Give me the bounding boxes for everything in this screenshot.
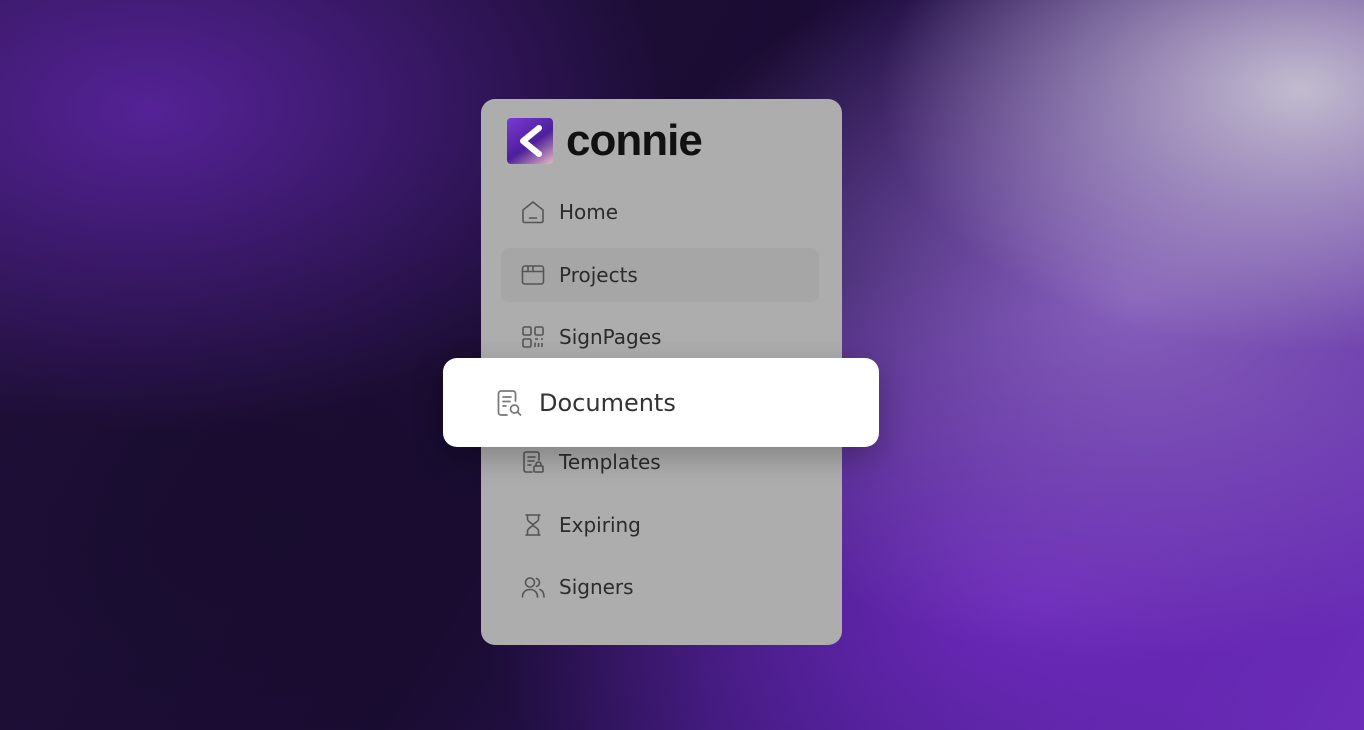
qr-code-icon [520,324,546,350]
sidebar-item-label: Home [559,200,619,224]
sidebar-item-signpages[interactable]: SignPages [501,310,819,364]
browser-window-icon [520,262,546,288]
sidebar-item-label: Expiring [559,512,641,537]
sidebar-item-home[interactable]: Home [501,185,819,239]
sidebar-item-label: Signers [559,575,634,599]
sidebar-item-label: SignPages [559,325,662,349]
document-search-icon [494,388,524,418]
home-icon [520,199,546,225]
brand[interactable]: connie [507,116,703,165]
users-icon [520,574,546,600]
sidebar-item-label: Projects [559,262,638,287]
sidebar-item-label: Documents [539,388,676,417]
sidebar-item-label: Templates [559,450,661,474]
sidebar-item-documents[interactable]: Documents [443,358,879,447]
hourglass-icon [520,512,546,538]
sidebar-item-expiring[interactable]: Expiring [501,498,819,552]
sidebar-item-signers[interactable]: Signers [501,560,819,614]
chevron-left-logo-icon [507,118,553,164]
sidebar-item-projects[interactable]: Projects [501,247,819,302]
brand-name: connie [566,116,703,165]
document-lock-icon [520,449,546,475]
